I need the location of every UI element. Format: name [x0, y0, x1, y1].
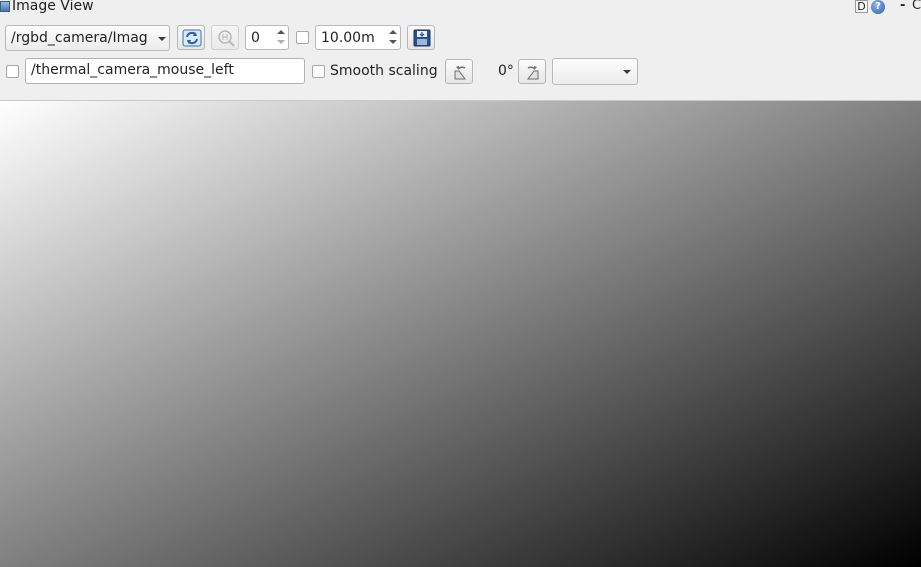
dock-button[interactable]: D [855, 0, 868, 13]
chevron-down-icon [623, 70, 631, 74]
color-scheme-combo[interactable] [552, 58, 638, 85]
frame-spinbox[interactable]: 0 [245, 25, 289, 50]
mouse-topic-input[interactable] [25, 58, 305, 84]
save-image-icon [413, 29, 431, 47]
save-image-button[interactable] [407, 25, 435, 50]
zoom-fit-button[interactable] [211, 25, 239, 50]
spin-down-icon[interactable] [389, 40, 397, 44]
mouse-publish-checkbox[interactable] [6, 65, 19, 78]
spin-up-icon[interactable] [389, 30, 397, 34]
topic-combo-value: /rgbd_camera/Imag [11, 30, 148, 46]
smooth-scaling-checkbox[interactable] [312, 65, 325, 78]
image-canvas[interactable] [0, 101, 921, 567]
title-bar: Image View D ? - C [0, 0, 921, 16]
frame-spinbox-value: 0 [251, 30, 260, 46]
refresh-icon [182, 29, 202, 47]
max-range-checkbox[interactable] [296, 31, 309, 44]
max-range-value: 10.00m [321, 30, 375, 46]
rotate-left-icon [454, 66, 466, 80]
refresh-topics-button[interactable] [177, 25, 205, 50]
rotate-left-button[interactable] [445, 59, 473, 84]
rotation-label: 0° [498, 63, 514, 79]
smooth-scaling-label: Smooth scaling [330, 63, 438, 79]
mouse-topic-text[interactable] [31, 62, 296, 78]
help-icon[interactable]: ? [871, 0, 885, 14]
zoom-fit-icon [218, 30, 235, 47]
minimize-button[interactable]: - [900, 0, 905, 14]
rotate-right-icon [527, 66, 539, 80]
spin-up-icon[interactable] [277, 30, 285, 34]
topic-combo[interactable]: /rgbd_camera/Imag [5, 25, 170, 51]
app-icon [0, 1, 10, 12]
max-range-spinbox[interactable]: 10.00m [315, 25, 401, 50]
close-button[interactable]: C [912, 0, 921, 14]
window-title: Image View [12, 0, 94, 14]
rotate-right-button[interactable] [518, 59, 546, 84]
spin-down-icon[interactable] [277, 40, 285, 44]
chevron-down-icon [158, 37, 166, 41]
